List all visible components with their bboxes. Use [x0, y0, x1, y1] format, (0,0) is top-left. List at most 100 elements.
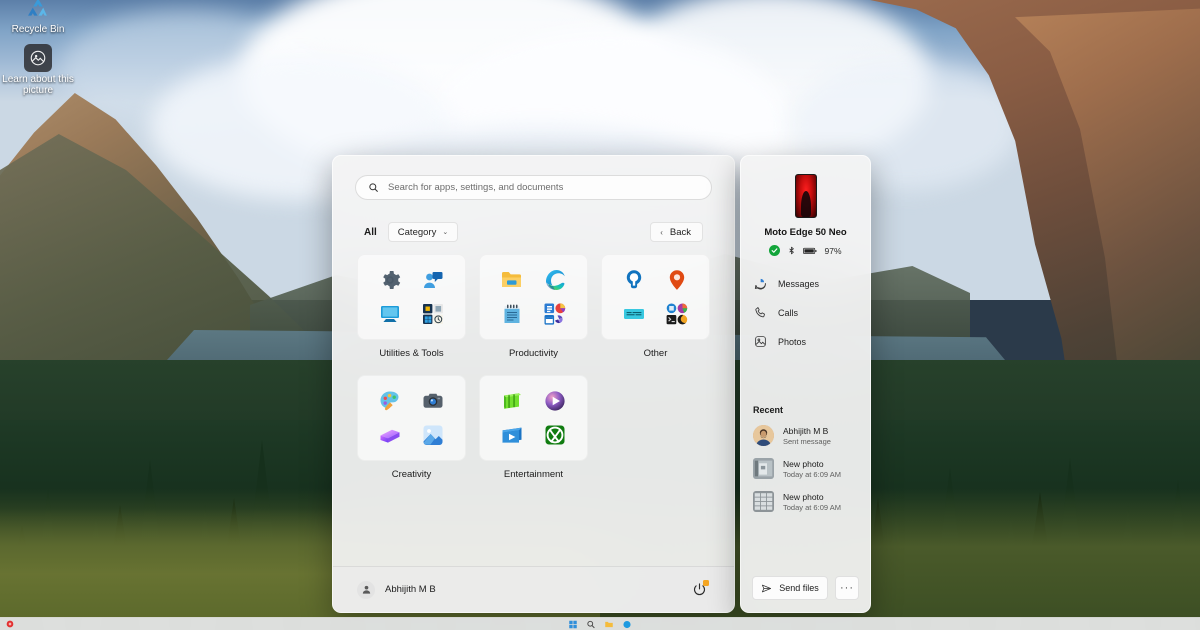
category-tile[interactable] [357, 254, 466, 340]
maps-pin-icon [664, 267, 691, 294]
category-label: Utilities & Tools [379, 348, 444, 359]
camera-icon [420, 388, 447, 415]
phone-device-header: Moto Edge 50 Neo 97% [741, 156, 870, 256]
phone-nav-photos[interactable]: Photos [753, 334, 858, 349]
phone-nav-label: Messages [778, 278, 820, 289]
recycle-bin-icon [24, 0, 52, 22]
category-entertainment[interactable]: Entertainment [479, 375, 588, 480]
chevron-down-icon: ⌄ [442, 229, 449, 236]
recent-item-subtitle: Today at 6:09 AM [783, 469, 841, 479]
photo-thumbnail [753, 491, 774, 512]
more-options-button[interactable]: ··· [835, 576, 859, 600]
feedback-hub-icon [420, 267, 447, 294]
photo-thumbnail [753, 458, 774, 479]
desktop-icon-label: Recycle Bin [11, 24, 65, 35]
photos-gallery-icon [753, 334, 768, 349]
desktop-icon-recycle-bin[interactable]: Recycle Bin [2, 0, 74, 35]
category-productivity[interactable]: Productivity [479, 254, 588, 359]
settings-gear-icon [376, 267, 403, 294]
list-item[interactable]: Abhijith M B Sent message [753, 425, 858, 446]
search-bar[interactable] [355, 175, 712, 200]
category-other[interactable]: Other [601, 254, 710, 359]
recent-heading: Recent [753, 405, 784, 415]
send-files-label: Send files [779, 583, 819, 593]
remote-desktop-icon [376, 301, 403, 328]
connected-check-icon [769, 245, 781, 256]
start-button-icon[interactable] [569, 620, 578, 629]
send-files-button[interactable]: Send files [752, 576, 828, 600]
phone-wallpaper-thumbnail[interactable] [794, 174, 817, 218]
phone-nav-label: Photos [778, 336, 807, 347]
back-button-label: Back [669, 226, 691, 238]
misc-group-icon [664, 301, 691, 328]
paint-palette-icon [376, 388, 403, 415]
recent-item-subtitle: Sent message [783, 436, 831, 446]
phone-status-row: 97% [769, 245, 842, 256]
movies-tv-icon [498, 388, 525, 415]
start-menu-controls: All Category ⌄ ‹ Back [355, 222, 712, 242]
phone-recent-section: Recent Abhijith M B Sent message New pho… [741, 405, 870, 576]
taskbar-pinned-apps [569, 620, 632, 629]
category-grid-empty-slot [601, 375, 710, 480]
list-item[interactable]: New photo Today at 6:09 AM [753, 491, 858, 512]
start-menu-body: All Category ⌄ ‹ Back [333, 156, 734, 566]
notepad-icon [498, 301, 525, 328]
contact-avatar [753, 425, 774, 446]
phone-device-name: Moto Edge 50 Neo [764, 227, 847, 238]
taskbar [0, 617, 1200, 630]
battery-percent-label: 97% [824, 245, 842, 256]
tips-lightbulb-icon [620, 267, 647, 294]
category-label: Entertainment [503, 469, 564, 480]
recent-item-subtitle: Today at 6:09 AM [783, 502, 841, 512]
list-item[interactable]: New photo Today at 6:09 AM [753, 458, 858, 479]
phone-nav-list: Messages Calls Photos [741, 276, 870, 349]
category-tile[interactable] [357, 375, 466, 461]
category-label: Creativity [391, 469, 432, 480]
phone-nav-calls[interactable]: Calls [753, 305, 858, 320]
media-player-icon [542, 388, 569, 415]
app-group-icon [420, 301, 447, 328]
edge-taskbar-icon[interactable] [623, 620, 632, 629]
video-editor-icon [498, 422, 525, 449]
search-input[interactable] [388, 182, 699, 193]
category-tile[interactable] [479, 375, 588, 461]
start-menu: All Category ⌄ ‹ Back [332, 155, 735, 613]
category-creativity[interactable]: Creativity [357, 375, 466, 480]
messages-icon [753, 276, 768, 291]
xbox-icon [542, 422, 569, 449]
user-name-label: Abhijith M B [385, 584, 436, 595]
office-group-icon [542, 301, 569, 328]
photos-icon [420, 422, 447, 449]
phone-panel-footer: Send files ··· [741, 576, 870, 612]
category-tile[interactable] [601, 254, 710, 340]
recent-item-title: New photo [783, 458, 824, 469]
back-button[interactable]: ‹ Back [650, 222, 703, 242]
file-explorer-icon [498, 267, 525, 294]
start-menu-footer: Abhijith M B [333, 566, 734, 612]
update-available-badge [703, 579, 709, 586]
desktop-icon-learn-about-picture[interactable]: Learn about this picture [2, 44, 74, 96]
phone-nav-messages[interactable]: Messages [753, 276, 858, 291]
phone-link-panel: Moto Edge 50 Neo 97% Messages Calls Phot… [740, 155, 871, 613]
category-label: Other [643, 348, 668, 359]
calls-phone-icon [753, 305, 768, 320]
search-icon [368, 182, 379, 193]
category-dropdown[interactable]: Category ⌄ [387, 222, 459, 242]
taskbar-widgets[interactable] [0, 620, 19, 628]
desktop-icon-label: Learn about this picture [2, 74, 74, 96]
clipchamp-icon [376, 422, 403, 449]
recent-item-title: New photo [783, 491, 824, 502]
search-taskbar-icon[interactable] [587, 620, 596, 629]
category-utilities-tools[interactable]: Utilities & Tools [357, 254, 466, 359]
category-tile[interactable] [479, 254, 588, 340]
phone-wallpaper-figure [800, 191, 811, 217]
category-dropdown-label: Category [397, 226, 437, 238]
bluetooth-icon [787, 245, 796, 256]
all-apps-label: All [364, 226, 377, 238]
user-account-button[interactable]: Abhijith M B [357, 580, 436, 599]
category-grid-row-1: Utilities & Tools Productivity Other [355, 254, 712, 359]
phone-nav-label: Calls [778, 307, 799, 318]
power-button[interactable] [688, 579, 710, 601]
file-explorer-taskbar-icon[interactable] [605, 620, 614, 629]
desktop: Recycle Bin Learn about this picture Sea… [0, 0, 1200, 630]
